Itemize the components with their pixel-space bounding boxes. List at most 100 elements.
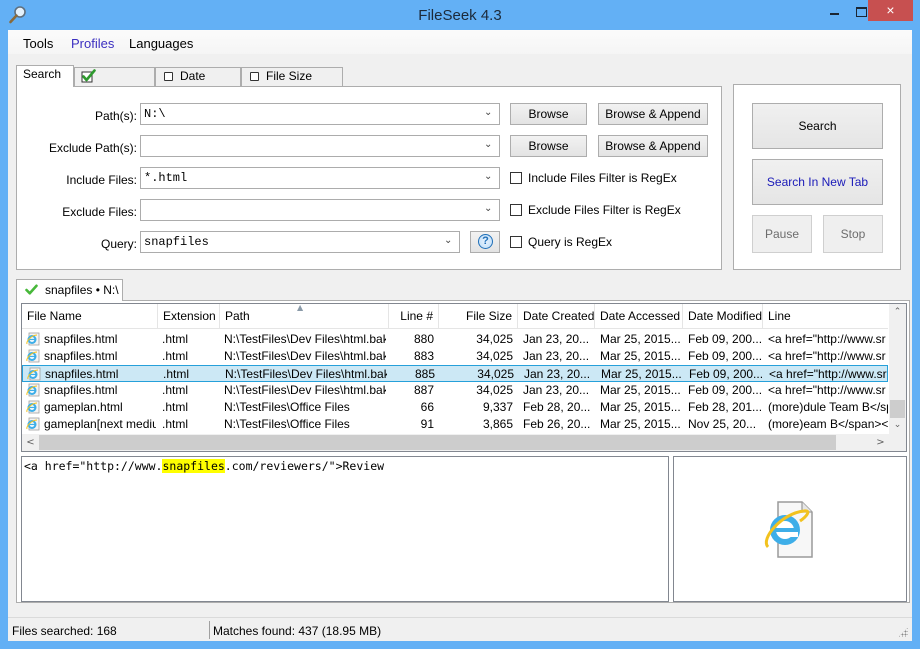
preview-text-after: .com/reviewers/">Review <box>224 459 385 473</box>
column-header-file-size[interactable]: File Size <box>439 304 518 329</box>
horizontal-scrollbar[interactable]: < > <box>22 434 906 451</box>
cell-line: <a href="http://www.sr <box>768 383 886 397</box>
minimize-button[interactable] <box>822 0 848 21</box>
ie-html-file-icon <box>764 501 813 558</box>
green-check-icon <box>81 69 96 83</box>
column-header-date-accessed[interactable]: Date Accessed <box>595 304 683 329</box>
cell-line-number: 66 <box>420 400 434 414</box>
table-row[interactable]: snapfiles.html .html N:\TestFiles\Dev File… <box>22 348 888 365</box>
sort-ascending-icon: ▲ <box>297 303 304 312</box>
query-label: Query: <box>100 237 137 251</box>
tab-advanced[interactable]: Advanced <box>74 67 155 100</box>
files-searched-status: Files searched: 168 <box>12 624 117 638</box>
include-regex-label: Include Files Filter is RegEx <box>528 171 677 185</box>
tab-date-filters[interactable]: Date Filters <box>155 67 241 100</box>
search-new-tab-button[interactable]: Search In New Tab <box>752 159 883 205</box>
include-regex-option[interactable]: Include Files Filter is RegEx <box>510 171 677 185</box>
cell-path: N:\TestFiles\Dev Files\html.bak1 <box>225 367 387 381</box>
cell-extension: .html <box>162 349 189 363</box>
stop-button[interactable]: Stop <box>823 215 883 253</box>
scroll-left-icon[interactable]: < <box>22 434 39 451</box>
chevron-down-icon[interactable]: ⌄ <box>444 235 456 249</box>
search-form-panel: Path(s): N:\ ⌄ Browse Browse & Append Ex… <box>16 86 722 270</box>
browse-append-paths-button[interactable]: Browse & Append <box>598 103 708 125</box>
results-tab[interactable]: snapfiles • N:\ <box>16 279 123 301</box>
table-row[interactable]: gameplan[next mediu... .html N:\TestFiles\… <box>22 416 888 433</box>
column-header-line[interactable]: Line <box>763 304 888 329</box>
cell-date-modified: Feb 09, 200... <box>688 383 762 397</box>
browse-paths-button[interactable]: Browse <box>510 103 587 125</box>
scroll-down-icon[interactable]: ⌄ <box>889 417 906 434</box>
table-row[interactable]: snapfiles.html .html N:\TestFiles\Dev File… <box>22 382 888 399</box>
exclude-files-combo[interactable]: ⌄ <box>140 199 500 221</box>
query-help-button[interactable]: ? <box>470 231 500 253</box>
cell-file-size: 34,025 <box>476 383 513 397</box>
chevron-down-icon[interactable]: ⌄ <box>484 203 496 217</box>
cell-path: N:\TestFiles\Dev Files\html.bak1 <box>224 349 386 363</box>
green-check-icon <box>25 284 38 295</box>
column-header-date-modified[interactable]: Date Modified <box>683 304 763 329</box>
cell-line: (more)eam B</span></ <box>768 417 888 431</box>
menu-bar: Tools Profiles Languages <box>8 30 912 54</box>
paths-combo[interactable]: N:\ ⌄ <box>140 103 500 125</box>
cell-path: N:\TestFiles\Dev Files\html.bak1 <box>224 332 386 346</box>
date-filters-checkbox[interactable] <box>164 72 173 81</box>
chevron-down-icon[interactable]: ⌄ <box>484 139 496 153</box>
exclude-regex-option[interactable]: Exclude Files Filter is RegEx <box>510 203 681 217</box>
cell-date-modified: Feb 28, 201... <box>688 400 762 414</box>
query-value: snapfiles <box>144 235 209 249</box>
menu-tools[interactable]: Tools <box>23 36 53 51</box>
vertical-scroll-thumb[interactable] <box>890 400 905 418</box>
close-button[interactable]: × <box>868 0 913 21</box>
column-header-file-name[interactable]: File Name <box>22 304 158 329</box>
scroll-up-icon[interactable]: ⌃ <box>889 304 906 321</box>
cell-extension: .html <box>163 367 190 381</box>
query-regex-option[interactable]: Query is RegEx <box>510 235 612 249</box>
cell-date-created: Jan 23, 20... <box>524 367 591 381</box>
cell-file-size: 3,865 <box>482 417 513 431</box>
close-icon: × <box>886 2 895 18</box>
status-bar: Files searched: 168 Matches found: 437 (… <box>8 617 912 641</box>
help-icon: ? <box>478 234 493 249</box>
grid-header: File Name Extension Path ▲ Line # File S… <box>22 304 888 329</box>
title-bar[interactable]: FileSeek 4.3 × <box>0 0 920 30</box>
cell-date-modified: Nov 25, 20... <box>688 417 757 431</box>
menu-profiles[interactable]: Profiles <box>71 36 114 51</box>
table-row[interactable]: gameplan.html .html N:\TestFiles\Office Fi… <box>22 399 888 416</box>
line-preview[interactable]: <a href="http://www.snapfiles.com/review… <box>21 456 669 602</box>
browse-exclude-paths-button[interactable]: Browse <box>510 135 587 157</box>
column-header-path[interactable]: Path ▲ <box>220 304 389 329</box>
vertical-scrollbar[interactable]: ⌃ ⌄ <box>889 304 906 434</box>
query-regex-checkbox[interactable] <box>510 236 522 248</box>
include-regex-checkbox[interactable] <box>510 172 522 184</box>
chevron-down-icon[interactable]: ⌄ <box>484 107 496 121</box>
query-combo[interactable]: snapfiles ⌄ <box>140 231 460 253</box>
table-row[interactable]: snapfiles.html .html N:\TestFiles\Dev File… <box>22 365 888 382</box>
scroll-right-icon[interactable]: > <box>872 434 889 451</box>
resize-grip[interactable] <box>898 627 908 637</box>
tab-search[interactable]: Search <box>16 65 74 87</box>
cell-extension: .html <box>162 332 189 346</box>
cell-file-size: 34,025 <box>476 332 513 346</box>
browse-append-exclude-paths-button[interactable]: Browse & Append <box>598 135 708 157</box>
table-row[interactable]: snapfiles.html .html N:\TestFiles\Dev File… <box>22 331 888 348</box>
exclude-regex-checkbox[interactable] <box>510 204 522 216</box>
results-tab-label: snapfiles • N:\ <box>45 283 119 297</box>
column-header-line-number[interactable]: Line # <box>389 304 439 329</box>
horizontal-scroll-thumb[interactable] <box>39 435 836 450</box>
menu-languages[interactable]: Languages <box>129 36 193 51</box>
search-button[interactable]: Search <box>752 103 883 149</box>
include-files-combo[interactable]: *.html ⌄ <box>140 167 500 189</box>
ie-file-icon <box>26 383 40 397</box>
column-header-date-created[interactable]: Date Created <box>518 304 595 329</box>
preview-text-before: <a href="http://www. <box>24 459 163 473</box>
pause-button[interactable]: Pause <box>752 215 812 253</box>
results-grid: File Name Extension Path ▲ Line # File S… <box>21 303 907 452</box>
exclude-paths-combo[interactable]: ⌄ <box>140 135 500 157</box>
cell-date-created: Jan 23, 20... <box>523 349 590 363</box>
tab-file-size-filters[interactable]: File Size Filters <box>241 67 343 100</box>
ie-file-icon <box>27 367 41 381</box>
chevron-down-icon[interactable]: ⌄ <box>484 171 496 185</box>
column-header-extension[interactable]: Extension <box>158 304 220 329</box>
file-size-filters-checkbox[interactable] <box>250 72 259 81</box>
